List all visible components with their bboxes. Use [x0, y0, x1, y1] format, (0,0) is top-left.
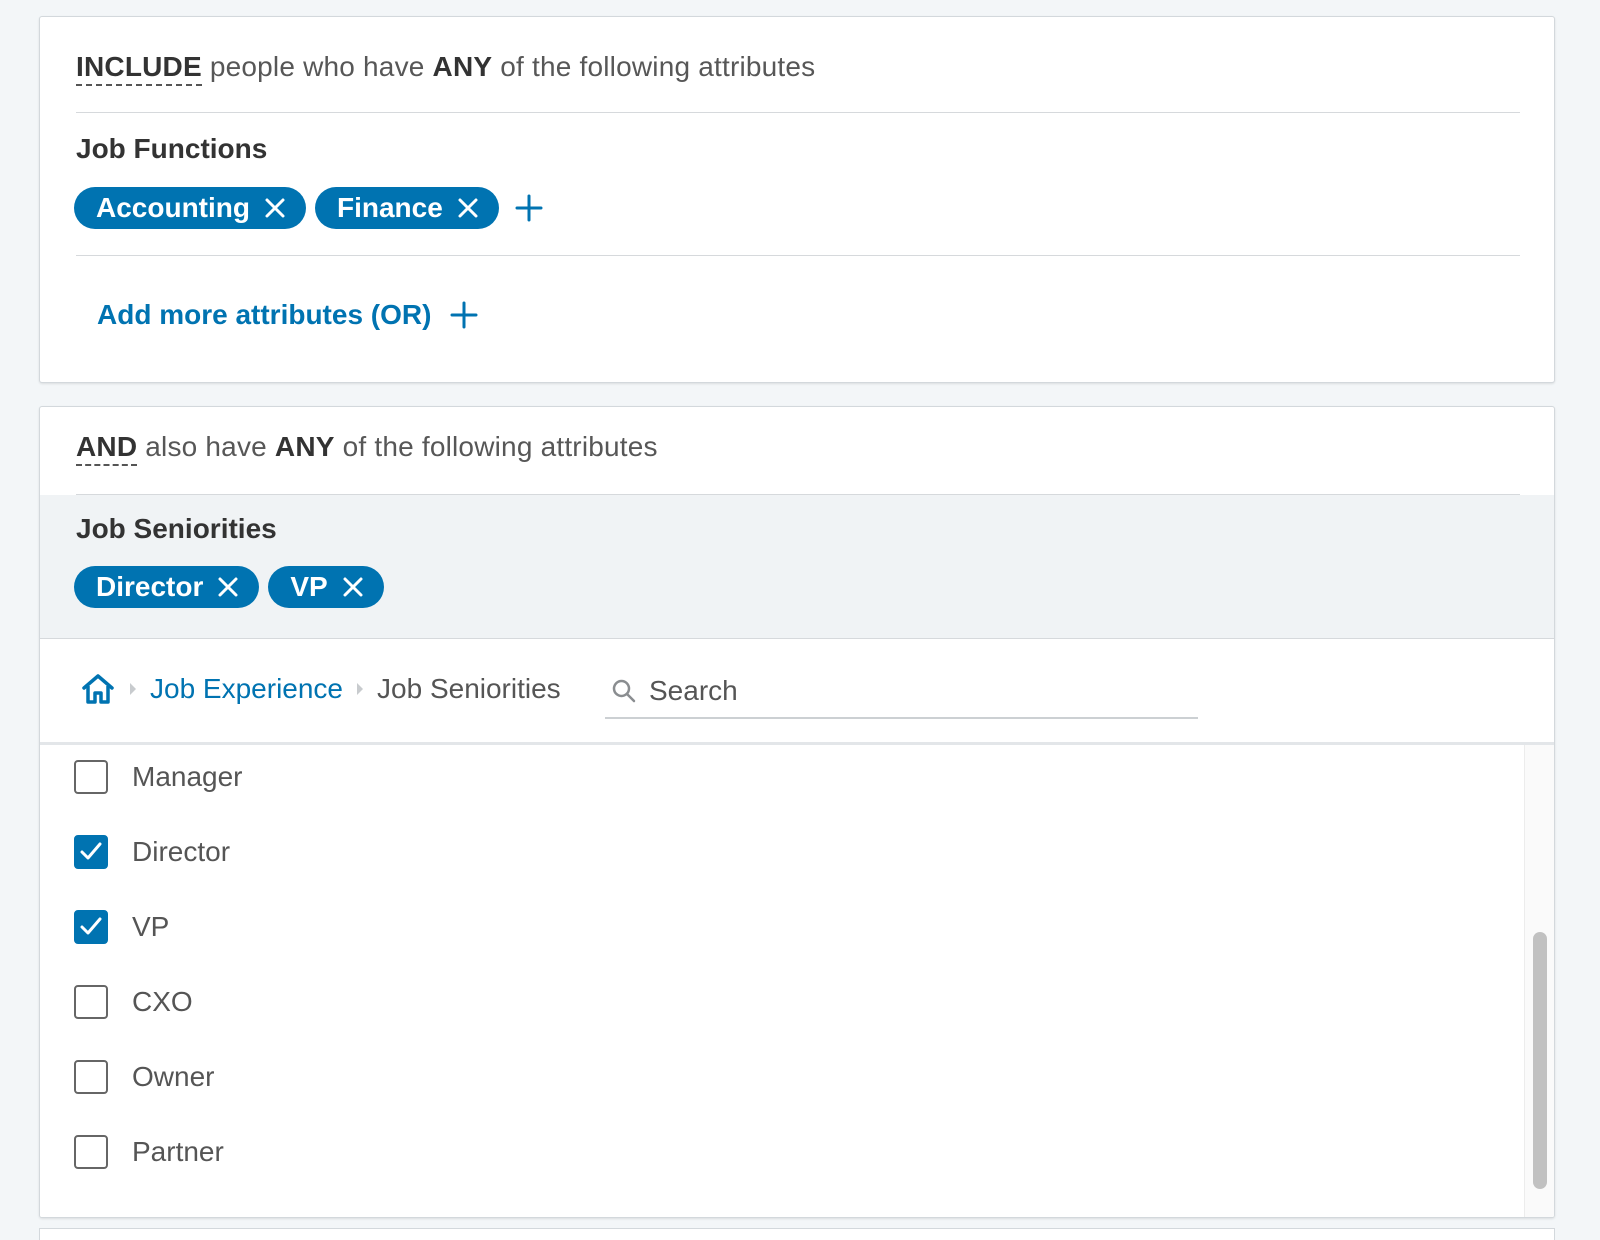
- search-input[interactable]: [649, 675, 1169, 707]
- add-job-function-plus-icon[interactable]: [514, 193, 544, 223]
- job-functions-title: Job Functions: [76, 133, 268, 164]
- include-text-after: of the following attributes: [500, 51, 816, 82]
- option-owner[interactable]: Owner: [74, 1057, 214, 1097]
- and-quantifier: ANY: [274, 431, 335, 462]
- pill-director: Director: [74, 566, 260, 608]
- home-icon[interactable]: [80, 672, 116, 706]
- checkbox[interactable]: [74, 1060, 108, 1094]
- pill-finance: Finance: [315, 187, 499, 229]
- option-vp[interactable]: VP: [74, 907, 169, 947]
- pill-label: Accounting: [96, 192, 250, 223]
- plus-icon: [449, 300, 479, 330]
- checkbox-checked[interactable]: [74, 835, 108, 869]
- pill-label: Director: [96, 571, 204, 602]
- breadcrumb-job-seniorities: Job Seniorities: [377, 673, 561, 704]
- pill-label: Finance: [337, 192, 443, 223]
- include-card: INCLUDE people who have ANY of the follo…: [39, 16, 1555, 383]
- add-more-label: Add more attributes (OR): [97, 299, 432, 330]
- scrollbar[interactable]: [1524, 745, 1554, 1217]
- chevron-right-icon: [130, 683, 136, 695]
- remove-director-close-icon[interactable]: [217, 576, 239, 598]
- and-text-before: also have: [145, 431, 267, 462]
- pill-vp: VP: [268, 566, 384, 608]
- include-text-before: people who have: [209, 51, 425, 82]
- checkbox[interactable]: [74, 760, 108, 794]
- option-director[interactable]: Director: [74, 832, 230, 872]
- and-keyword[interactable]: AND: [76, 431, 138, 466]
- chevron-right-icon: [357, 683, 364, 695]
- and-text-after: of the following attributes: [342, 431, 658, 462]
- breadcrumb-job-experience[interactable]: Job Experience: [150, 673, 343, 705]
- option-label: Manager: [132, 761, 243, 792]
- job-functions-pills: Accounting Finance: [74, 187, 544, 229]
- option-label: Director: [132, 836, 231, 867]
- search-box: [605, 665, 1198, 719]
- checkmark-icon: [80, 917, 102, 935]
- pill-label: VP: [290, 571, 328, 602]
- option-partner[interactable]: Partner: [74, 1132, 224, 1172]
- and-card: AND also have ANY of the following attri…: [39, 406, 1555, 1218]
- include-quantifier: ANY: [432, 51, 493, 82]
- selected-seniorities-panel: Job Seniorities Director VP: [40, 495, 1554, 639]
- option-manager[interactable]: Manager: [74, 757, 243, 797]
- divider: [76, 112, 1520, 113]
- checkmark-icon: [80, 842, 102, 860]
- next-card-edge: [39, 1228, 1555, 1240]
- include-criteria-text: INCLUDE people who have ANY of the follo…: [76, 51, 816, 86]
- search-icon: [612, 679, 636, 703]
- seniority-options-list: Manager Director VP CXO Owner Partner: [40, 742, 1554, 1217]
- and-criteria-text: AND also have ANY of the following attri…: [76, 431, 658, 466]
- divider: [76, 255, 1520, 256]
- checkbox-checked[interactable]: [74, 910, 108, 944]
- option-label: Owner: [132, 1061, 215, 1092]
- option-label: Partner: [132, 1136, 224, 1167]
- remove-vp-close-icon[interactable]: [342, 576, 364, 598]
- remove-accounting-close-icon[interactable]: [264, 197, 286, 219]
- option-label: VP: [132, 911, 170, 942]
- breadcrumb: Job Experience Job Seniorities: [80, 672, 561, 706]
- remove-finance-close-icon[interactable]: [457, 197, 479, 219]
- option-label: CXO: [132, 986, 193, 1017]
- include-keyword[interactable]: INCLUDE: [76, 51, 202, 86]
- checkbox[interactable]: [74, 985, 108, 1019]
- pill-accounting: Accounting: [74, 187, 306, 229]
- checkbox[interactable]: [74, 1135, 108, 1169]
- job-seniorities-title: Job Seniorities: [76, 513, 277, 544]
- add-more-attributes-button[interactable]: Add more attributes (OR): [97, 299, 479, 331]
- attribute-navigator: Job Experience Job Seniorities: [40, 639, 1554, 742]
- job-seniorities-pills: Director VP: [74, 566, 393, 608]
- option-cxo[interactable]: CXO: [74, 982, 193, 1022]
- scrollbar-thumb[interactable]: [1533, 932, 1547, 1189]
